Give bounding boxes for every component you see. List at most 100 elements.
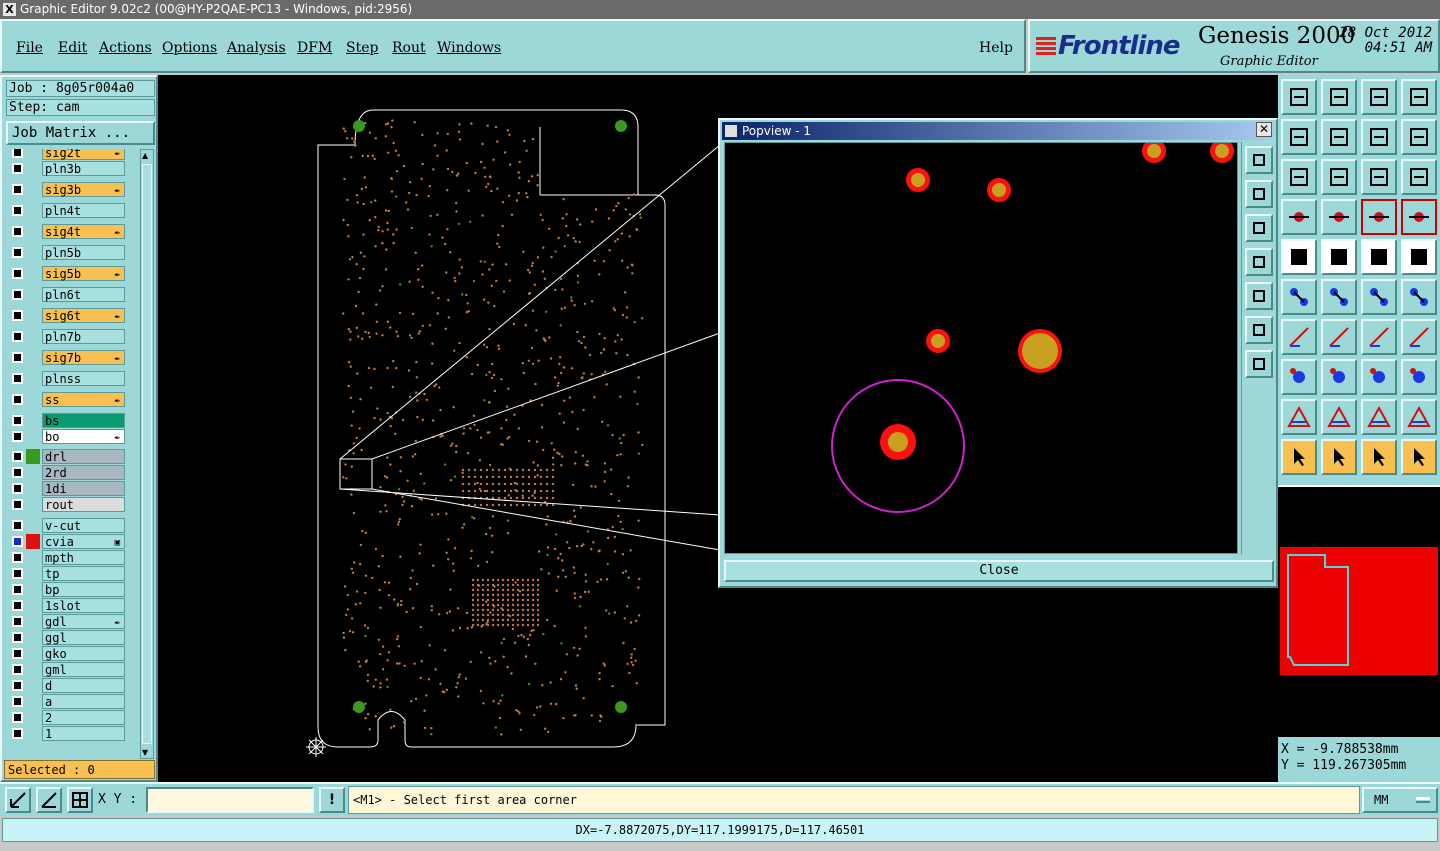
layer-name[interactable]: plnss — [42, 371, 125, 386]
layer-name[interactable]: sig3b ✒ — [42, 182, 125, 197]
menu-actions[interactable]: Actions — [99, 40, 152, 56]
job-matrix-button[interactable]: Job Matrix ... — [6, 121, 155, 145]
layer-row-rout[interactable]: rout — [6, 497, 128, 512]
menu-step[interactable]: Step — [346, 40, 378, 56]
layer-row-pln3b[interactable]: pln3b — [6, 161, 128, 176]
layer-color-swatch[interactable] — [26, 449, 40, 464]
layer-row-v-cut[interactable]: v-cut — [6, 518, 128, 533]
layer-color-swatch[interactable] — [26, 350, 40, 365]
resize-button[interactable] — [1361, 359, 1397, 395]
zoom-home-button[interactable] — [1281, 79, 1317, 115]
layer-row-sig4t[interactable]: sig4t ✒ — [6, 224, 128, 239]
menu-help[interactable]: Help — [979, 40, 1013, 56]
layer-row-tp[interactable]: tp — [6, 566, 128, 581]
menu-rout[interactable]: Rout — [392, 40, 426, 56]
pointer-box-button[interactable] — [1321, 439, 1357, 475]
layer-row-mpth[interactable]: mpth — [6, 550, 128, 565]
layer-name[interactable]: pln6t — [42, 287, 125, 302]
layer-row-gdl[interactable]: gdl ✒ — [6, 614, 128, 629]
cross-button[interactable] — [1321, 279, 1357, 315]
layer-name[interactable]: 2rd — [42, 465, 125, 480]
menu-windows[interactable]: Windows — [437, 40, 501, 56]
select-feature-button[interactable] — [1281, 239, 1317, 275]
overview-thumbnail[interactable] — [1280, 547, 1438, 675]
layer-row-bp[interactable]: bp — [6, 582, 128, 597]
layer-checkbox[interactable] — [12, 268, 23, 279]
layer-row-pln5b[interactable]: pln5b — [6, 245, 128, 260]
layer-checkbox[interactable] — [12, 664, 23, 675]
layer-color-swatch[interactable] — [26, 614, 40, 629]
line-cut-button[interactable] — [1321, 319, 1357, 355]
menu-dfm[interactable]: DFM — [297, 40, 332, 56]
help-button[interactable] — [1401, 159, 1437, 195]
layer-color-swatch[interactable] — [26, 149, 40, 160]
connect-button[interactable] — [1281, 279, 1317, 315]
layer-name[interactable]: sig6t ✒ — [42, 308, 125, 323]
layer-color-swatch[interactable] — [26, 224, 40, 239]
layer-checkbox[interactable] — [12, 352, 23, 363]
grid-button[interactable] — [67, 787, 93, 813]
layer-name[interactable]: mpth — [42, 550, 125, 565]
layer-row-pln7b[interactable]: pln7b — [6, 329, 128, 344]
popview-zoom-out-button[interactable] — [1245, 350, 1273, 378]
layer-name[interactable]: bp — [42, 582, 125, 597]
layer-checkbox[interactable] — [12, 552, 23, 563]
pad-select-button[interactable] — [1401, 239, 1437, 275]
layer-checkbox[interactable] — [12, 520, 23, 531]
shape-button[interactable] — [1401, 359, 1437, 395]
layer-checkbox[interactable] — [12, 712, 23, 723]
menu-analysis[interactable]: Analysis — [227, 40, 286, 56]
layer-name[interactable]: 2 — [42, 710, 125, 725]
layer-color-swatch[interactable] — [26, 413, 40, 428]
menu-file[interactable]: File — [16, 40, 43, 56]
menu-edit[interactable]: Edit — [58, 40, 87, 56]
layer-name[interactable]: ggl — [42, 630, 125, 645]
layer-checkbox[interactable] — [12, 483, 23, 494]
layer-checkbox[interactable] — [12, 205, 23, 216]
layer-name[interactable]: rout — [42, 497, 125, 512]
snap-button[interactable] — [5, 787, 31, 813]
layer-color-swatch[interactable] — [26, 662, 40, 677]
layer-checkbox[interactable] — [12, 247, 23, 258]
layer-checkbox[interactable] — [12, 728, 23, 739]
layer-name[interactable]: pln3b — [42, 161, 125, 176]
scroll-up-icon[interactable]: ▲ — [142, 151, 148, 160]
info-button[interactable]: ! — [319, 787, 345, 813]
layer-color-swatch[interactable] — [26, 646, 40, 661]
layer-checkbox[interactable] — [12, 415, 23, 426]
layer-row-gml[interactable]: gml — [6, 662, 128, 677]
layer-color-swatch[interactable] — [26, 203, 40, 218]
layer-color-swatch[interactable] — [26, 534, 40, 549]
layer-color-swatch[interactable] — [26, 245, 40, 260]
layer-checkbox[interactable] — [12, 184, 23, 195]
layer-checkbox[interactable] — [12, 331, 23, 342]
layer-row-sig6t[interactable]: sig6t ✒ — [6, 308, 128, 323]
triangle-4-button[interactable] — [1401, 399, 1437, 435]
split-view-button[interactable] — [1401, 79, 1437, 115]
line-draw-button[interactable] — [1281, 319, 1317, 355]
layer-name[interactable]: pln5b — [42, 245, 125, 260]
layer-row-1di[interactable]: 1di — [6, 481, 128, 496]
layer-color-swatch[interactable] — [26, 518, 40, 533]
layer-color-swatch[interactable] — [26, 726, 40, 741]
layer-row-sig5b[interactable]: sig5b ✒ — [6, 266, 128, 281]
move-red-2-button[interactable] — [1401, 279, 1437, 315]
pointer-button[interactable] — [1281, 439, 1317, 475]
layer-color-swatch[interactable] — [26, 678, 40, 693]
layer-color-swatch[interactable] — [26, 497, 40, 512]
layer-row-sig7b[interactable]: sig7b ✒ — [6, 350, 128, 365]
layer-checkbox[interactable] — [12, 696, 23, 707]
layer-name[interactable]: sig5b ✒ — [42, 266, 125, 281]
layer-name[interactable]: 1di — [42, 481, 125, 496]
layer-checkbox[interactable] — [12, 568, 23, 579]
layer-color-swatch[interactable] — [26, 308, 40, 323]
layer-row-sig2t[interactable]: sig2t ✒ — [6, 149, 128, 160]
layer-name[interactable]: v-cut — [42, 518, 125, 533]
layer-name[interactable]: tp — [42, 566, 125, 581]
text-f-button[interactable] — [1401, 319, 1437, 355]
layer-row-d[interactable]: d — [6, 678, 128, 693]
zoom-window-button[interactable] — [1321, 79, 1357, 115]
layer-color-swatch[interactable] — [26, 566, 40, 581]
layer-row-bo[interactable]: bo ✒ — [6, 429, 128, 444]
popview-pan-down-button[interactable] — [1245, 214, 1273, 242]
